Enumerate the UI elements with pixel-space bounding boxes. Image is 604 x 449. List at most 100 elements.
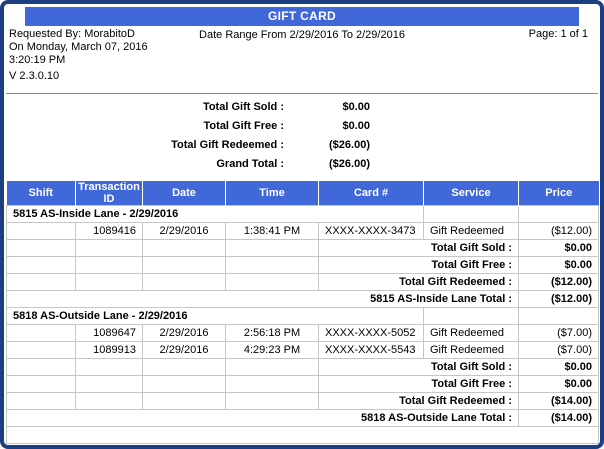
summary-label: Total Gift Redeemed : [6,139,284,152]
subtotal-label: Total Gift Free : [319,257,519,274]
group-total-label: 5818 AS-Outside Lane Total : [7,410,519,427]
empty-time-cell [226,274,319,291]
empty-service-cell [424,206,519,223]
column-header-card-: Card # [319,181,424,206]
subtotal-value: $0.00 [519,240,599,257]
empty-date-cell [143,376,226,393]
table-head: ShiftTransaction IDDateTimeCard #Service… [7,181,599,206]
cell-price: ($12.00) [519,223,599,240]
cell-shift [7,342,76,359]
summary-label: Total Gift Sold : [6,101,284,114]
header-divider [6,93,598,94]
subtotal-value: ($14.00) [519,393,599,410]
empty-price-cell [519,206,599,223]
group-header-label: 5815 AS-Inside Lane - 2/29/2016 [7,206,424,223]
cell-price: ($7.00) [519,325,599,342]
column-header-time: Time [226,181,319,206]
table-header-row: ShiftTransaction IDDateTimeCard #Service… [7,181,599,206]
group-total-row: 5815 AS-Inside Lane Total :($12.00) [7,291,599,308]
subtotal-row: Total Gift Free :$0.00 [7,257,599,274]
group-total-label: 5815 AS-Inside Lane Total : [7,291,519,308]
subtotal-row: Total Gift Sold :$0.00 [7,240,599,257]
subtotal-label: Total Gift Free : [319,376,519,393]
bottom-spacer-row [7,427,599,444]
group-header-label: 5818 AS-Outside Lane - 2/29/2016 [7,308,424,325]
cell-date: 2/29/2016 [143,342,226,359]
empty-shift-cell [7,274,76,291]
cell-card-number: XXXX-XXXX-5543 [319,342,424,359]
empty-transaction-id-cell [76,274,143,291]
cell-service: Gift Redeemed [424,342,519,359]
empty-shift-cell [7,257,76,274]
summary-row: Total Gift Free :$0.00 [6,120,598,133]
empty-shift-cell [7,240,76,257]
cell-transaction-id: 1089913 [76,342,143,359]
empty-transaction-id-cell [76,359,143,376]
cell-service: Gift Redeemed [424,223,519,240]
version-label: V 2.3.0.10 [9,70,59,82]
empty-transaction-id-cell [76,240,143,257]
summary-value: $0.00 [284,120,370,133]
empty-date-cell [143,393,226,410]
empty-service-cell [424,308,519,325]
report-page: { "page": { "title": "GIFT CARD", "reque… [0,0,604,449]
summary-row: Total Gift Sold :$0.00 [6,101,598,114]
summary-value: $0.00 [284,101,370,114]
empty-shift-cell [7,359,76,376]
subtotal-row: Total Gift Redeemed :($12.00) [7,274,599,291]
cell-service: Gift Redeemed [424,325,519,342]
gift-card-table: ShiftTransaction IDDateTimeCard #Service… [6,181,599,444]
subtotal-value: $0.00 [519,257,599,274]
column-header-service: Service [424,181,519,206]
empty-time-cell [226,240,319,257]
cell-card-number: XXXX-XXXX-3473 [319,223,424,240]
cell-date: 2/29/2016 [143,223,226,240]
group-header-row: 5815 AS-Inside Lane - 2/29/2016 [7,206,599,223]
subtotal-value: $0.00 [519,376,599,393]
subtotal-label: Total Gift Redeemed : [319,393,519,410]
empty-price-cell [519,308,599,325]
empty-transaction-id-cell [76,257,143,274]
table-body: 5815 AS-Inside Lane - 2/29/201610894162/… [7,206,599,444]
transaction-row: 10899132/29/20164:29:23 PMXXXX-XXXX-5543… [7,342,599,359]
empty-time-cell [226,359,319,376]
cell-time: 1:38:41 PM [226,223,319,240]
empty-date-cell [143,359,226,376]
subtotal-row: Total Gift Redeemed :($14.00) [7,393,599,410]
summary-label: Grand Total : [6,158,284,171]
empty-time-cell [226,393,319,410]
cell-time: 2:56:18 PM [226,325,319,342]
group-total-value: ($14.00) [519,410,599,427]
empty-shift-cell [7,376,76,393]
subtotal-value: $0.00 [519,359,599,376]
summary-section: Total Gift Sold :$0.00Total Gift Free :$… [6,101,598,177]
empty-transaction-id-cell [76,393,143,410]
column-header-transaction-id: Transaction ID [76,181,143,206]
cell-date: 2/29/2016 [143,325,226,342]
subtotal-value: ($12.00) [519,274,599,291]
page-number-label: Page: 1 of 1 [529,28,588,40]
group-total-value: ($12.00) [519,291,599,308]
column-header-date: Date [143,181,226,206]
cell-time: 4:29:23 PM [226,342,319,359]
summary-value: ($26.00) [284,139,370,152]
transaction-row: 10894162/29/20161:38:41 PMXXXX-XXXX-3473… [7,223,599,240]
subtotal-row: Total Gift Sold :$0.00 [7,359,599,376]
summary-row: Total Gift Redeemed :($26.00) [6,139,598,152]
empty-time-cell [226,257,319,274]
cell-transaction-id: 1089647 [76,325,143,342]
summary-row: Grand Total :($26.00) [6,158,598,171]
summary-value: ($26.00) [284,158,370,171]
summary-label: Total Gift Free : [6,120,284,133]
cell-transaction-id: 1089416 [76,223,143,240]
empty-date-cell [143,257,226,274]
subtotal-label: Total Gift Sold : [319,359,519,376]
empty-time-cell [226,376,319,393]
bottom-spacer-cell [7,427,599,444]
empty-date-cell [143,240,226,257]
requested-on-time: 3:20:19 PM [9,54,148,67]
empty-transaction-id-cell [76,376,143,393]
cell-shift [7,223,76,240]
transaction-row: 10896472/29/20162:56:18 PMXXXX-XXXX-5052… [7,325,599,342]
empty-date-cell [143,274,226,291]
